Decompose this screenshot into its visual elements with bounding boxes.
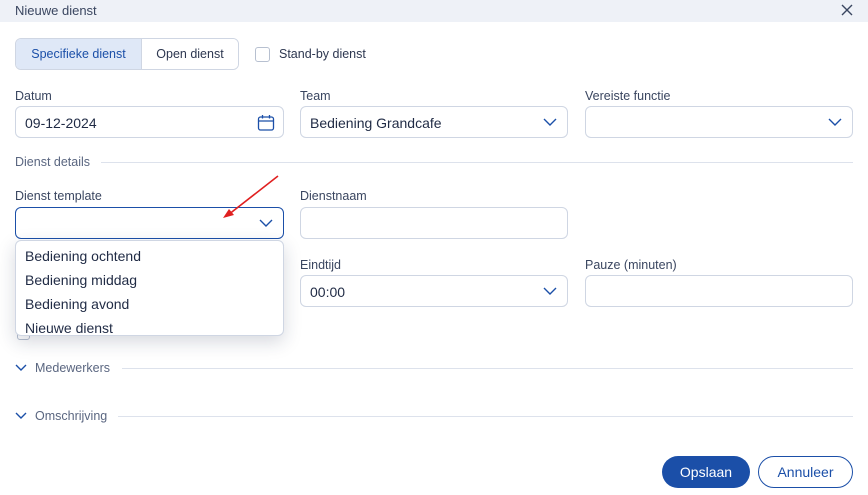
annotation-arrow [223, 175, 279, 218]
chevron-down-icon[interactable] [15, 364, 27, 372]
tab-open-dienst[interactable]: Open dienst [142, 39, 238, 69]
cancel-button[interactable]: Annuleer [758, 456, 853, 488]
section-medewerkers[interactable]: Medewerkers [35, 361, 110, 375]
shift-type-toggle: Specifieke dienst Open dienst [15, 38, 239, 70]
eindtijd-value: 00:00 [310, 284, 346, 300]
dropdown-option[interactable]: Bediening ochtend [16, 244, 283, 268]
section-dienst-details: Dienst details [15, 155, 91, 169]
team-label: Team [300, 89, 331, 103]
close-icon[interactable] [840, 3, 854, 17]
calendar-icon[interactable] [257, 114, 275, 132]
divider [122, 368, 853, 369]
dropdown-option[interactable]: Bediening middag [16, 268, 283, 292]
functie-select[interactable] [585, 106, 853, 138]
dropdown-option[interactable]: Nieuwe dienst [16, 316, 283, 340]
template-label: Dienst template [15, 189, 102, 203]
datum-value: 09-12-2024 [25, 115, 97, 131]
dialog-titlebar: Nieuwe dienst [0, 0, 868, 22]
divider [101, 162, 853, 163]
datum-field[interactable]: 09-12-2024 [15, 106, 284, 138]
eindtijd-select[interactable]: 00:00 [300, 275, 568, 307]
dienstnaam-label: Dienstnaam [300, 189, 367, 203]
standby-checkbox[interactable] [255, 47, 270, 62]
chevron-down-icon [543, 118, 557, 126]
dialog-title: Nieuwe dienst [15, 3, 97, 18]
datum-label: Datum [15, 89, 52, 103]
chevron-down-icon[interactable] [15, 412, 27, 420]
dropdown-option[interactable]: Bediening avond [16, 292, 283, 316]
functie-label: Vereiste functie [585, 89, 671, 103]
pauze-label: Pauze (minuten) [585, 258, 677, 272]
section-omschrijving[interactable]: Omschrijving [35, 409, 107, 423]
eindtijd-label: Eindtijd [300, 258, 341, 272]
save-button[interactable]: Opslaan [662, 456, 750, 488]
tab-specifieke-dienst[interactable]: Specifieke dienst [16, 39, 142, 69]
pauze-input[interactable] [585, 275, 853, 307]
chevron-down-icon [828, 118, 842, 126]
team-value: Bediening Grandcafe [310, 115, 442, 131]
team-select[interactable]: Bediening Grandcafe [300, 106, 568, 138]
dienstnaam-input[interactable] [300, 207, 568, 239]
chevron-down-icon [543, 287, 557, 295]
divider [118, 416, 853, 417]
standby-label: Stand-by dienst [279, 47, 366, 61]
template-dropdown: Bediening ochtend Bediening middag Bedie… [15, 240, 284, 336]
